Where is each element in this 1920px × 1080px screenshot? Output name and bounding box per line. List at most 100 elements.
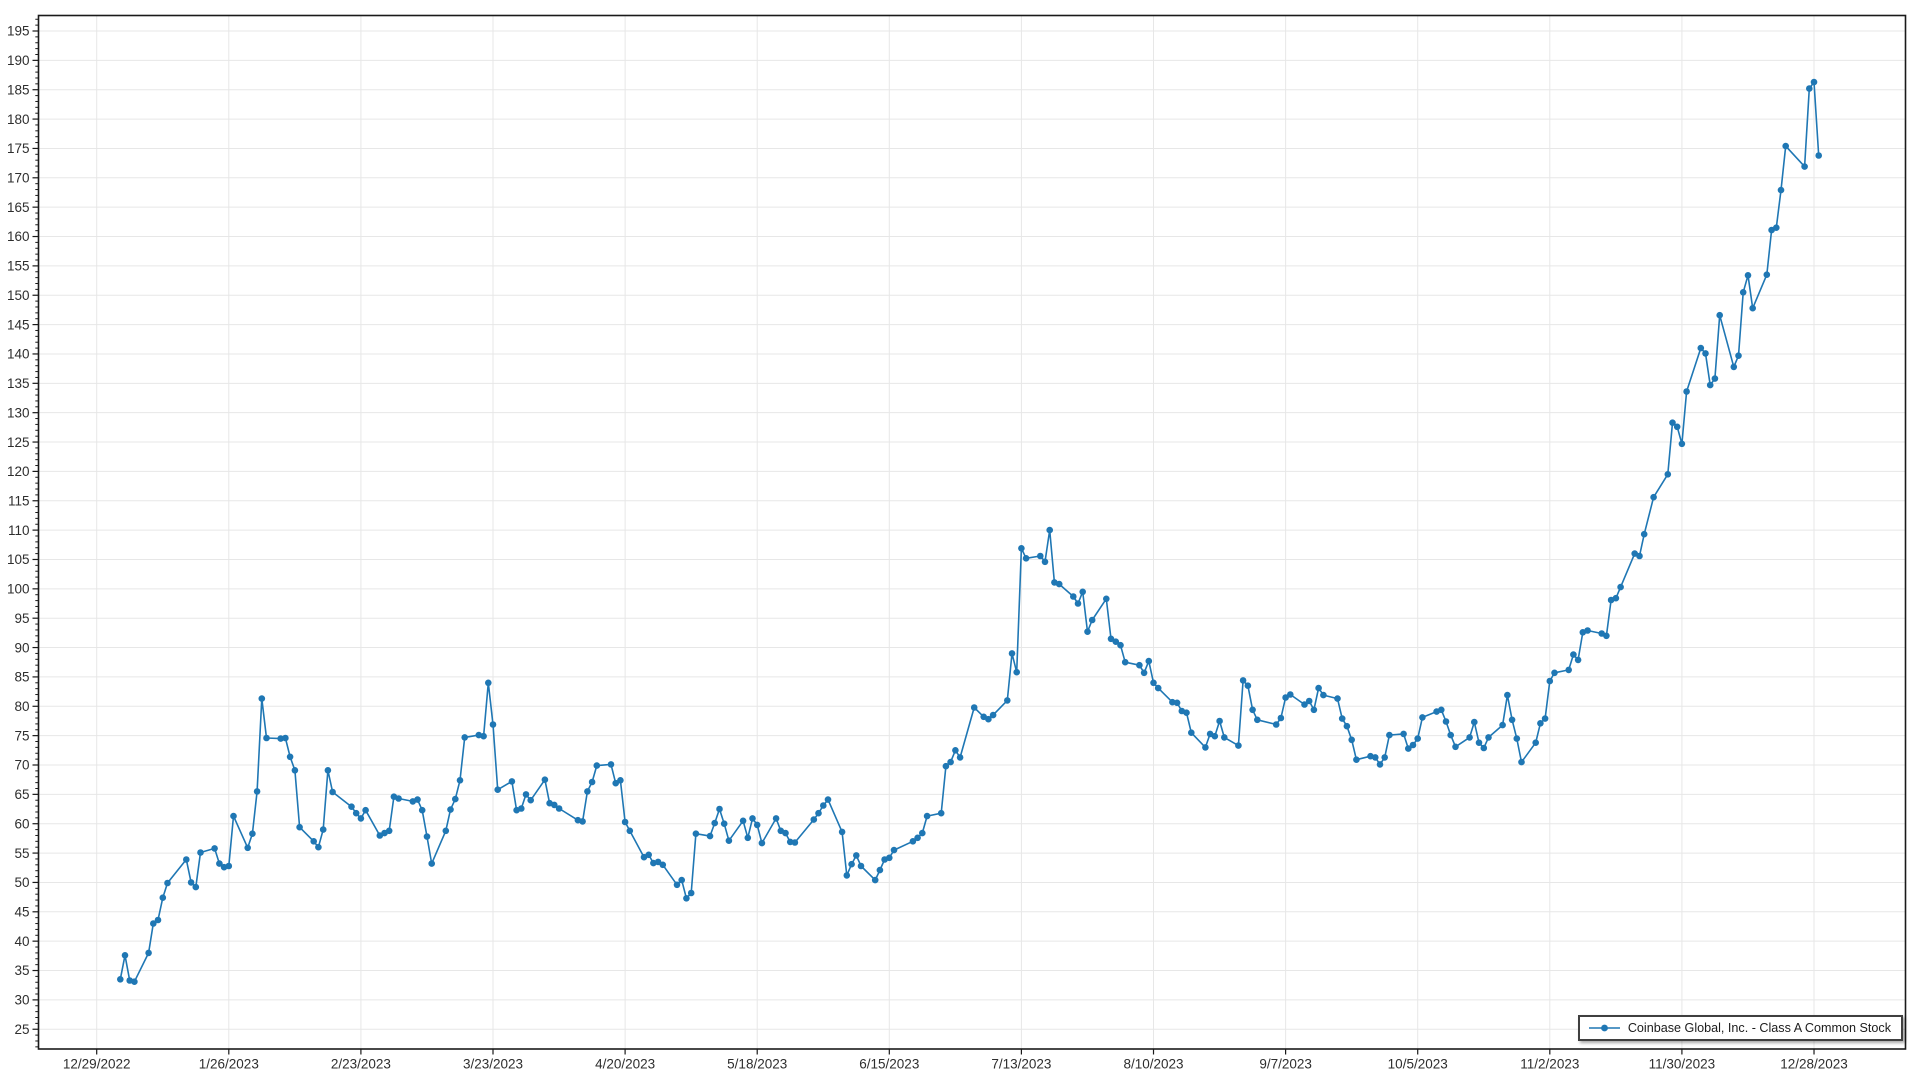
data-point[interactable] [1603, 633, 1610, 640]
data-point[interactable] [1117, 642, 1124, 649]
data-point[interactable] [193, 884, 200, 891]
data-point[interactable] [282, 735, 289, 742]
data-point[interactable] [1221, 734, 1228, 741]
data-point[interactable] [1815, 152, 1822, 159]
data-point[interactable] [122, 952, 129, 959]
data-point[interactable] [891, 847, 898, 854]
data-point[interactable] [461, 734, 468, 741]
data-point[interactable] [1084, 628, 1091, 635]
data-point[interactable] [485, 680, 492, 687]
data-point[interactable] [1801, 163, 1808, 170]
data-point[interactable] [711, 820, 718, 827]
data-point[interactable] [815, 810, 822, 817]
data-point[interactable] [1499, 722, 1506, 729]
data-point[interactable] [226, 863, 233, 870]
data-point[interactable] [1712, 375, 1719, 382]
data-point[interactable] [1245, 682, 1252, 689]
data-point[interactable] [1136, 662, 1143, 669]
data-point[interactable] [145, 950, 152, 957]
data-point[interactable] [1419, 714, 1426, 721]
data-point[interactable] [1650, 494, 1657, 501]
data-point[interactable] [1249, 707, 1256, 714]
data-point[interactable] [452, 796, 459, 803]
data-point[interactable] [579, 818, 586, 825]
data-point[interactable] [1042, 559, 1049, 566]
data-point[interactable] [155, 917, 162, 924]
data-point[interactable] [1353, 756, 1360, 763]
data-point[interactable] [386, 828, 393, 835]
data-point[interactable] [1716, 312, 1723, 319]
data-point[interactable] [688, 890, 695, 897]
data-point[interactable] [678, 877, 685, 884]
data-point[interactable] [1386, 732, 1393, 739]
data-point[interactable] [315, 844, 322, 851]
data-point[interactable] [957, 754, 964, 761]
data-point[interactable] [877, 867, 884, 874]
data-point[interactable] [990, 712, 997, 719]
data-point[interactable] [1410, 742, 1417, 749]
data-point[interactable] [848, 861, 855, 868]
data-point[interactable] [1018, 545, 1025, 552]
data-point[interactable] [754, 822, 761, 829]
data-point[interactable] [782, 830, 789, 837]
data-point[interactable] [1773, 224, 1780, 231]
data-point[interactable] [1575, 657, 1582, 664]
data-point[interactable] [320, 826, 327, 833]
data-point[interactable] [683, 895, 690, 902]
data-point[interactable] [589, 779, 596, 786]
data-point[interactable] [542, 776, 549, 783]
data-point[interactable] [745, 835, 752, 842]
data-point[interactable] [608, 761, 615, 768]
data-point[interactable] [1674, 424, 1681, 431]
data-point[interactable] [1004, 697, 1011, 704]
data-point[interactable] [759, 840, 766, 847]
data-point[interactable] [1381, 754, 1388, 761]
data-point[interactable] [721, 820, 728, 827]
data-point[interactable] [292, 767, 299, 774]
data-point[interactable] [1311, 707, 1318, 714]
data-point[interactable] [428, 860, 435, 867]
data-point[interactable] [362, 807, 369, 814]
data-point[interactable] [707, 833, 714, 840]
data-point[interactable] [811, 816, 818, 823]
data-point[interactable] [844, 872, 851, 879]
data-point[interactable] [1764, 271, 1771, 278]
data-point[interactable] [523, 791, 530, 798]
data-point[interactable] [1344, 723, 1351, 730]
data-point[interactable] [1452, 744, 1459, 751]
data-point[interactable] [1532, 739, 1539, 746]
data-point[interactable] [211, 845, 218, 852]
data-point[interactable] [1377, 761, 1384, 768]
data-point[interactable] [1806, 85, 1813, 92]
data-point[interactable] [1570, 651, 1577, 658]
data-point[interactable] [1056, 581, 1063, 588]
data-point[interactable] [1778, 187, 1785, 194]
data-point[interactable] [395, 795, 402, 802]
data-point[interactable] [594, 762, 601, 769]
price-chart-svg[interactable]: 12/29/20221/26/20232/23/20233/23/20234/2… [0, 0, 1920, 1080]
data-point[interactable] [518, 805, 525, 812]
data-point[interactable] [792, 839, 799, 846]
data-point[interactable] [645, 852, 652, 859]
data-point[interactable] [617, 777, 624, 784]
data-point[interactable] [1447, 732, 1454, 739]
data-point[interactable] [1636, 553, 1643, 560]
data-point[interactable] [749, 815, 756, 822]
data-point[interactable] [329, 789, 336, 796]
data-point[interactable] [1702, 350, 1709, 357]
data-point[interactable] [1278, 715, 1285, 722]
data-point[interactable] [160, 894, 167, 901]
data-point[interactable] [1679, 441, 1686, 448]
data-point[interactable] [325, 767, 332, 774]
data-point[interactable] [1183, 709, 1190, 716]
data-point[interactable] [872, 877, 879, 884]
data-point[interactable] [414, 796, 421, 803]
data-point[interactable] [1471, 719, 1478, 726]
data-point[interactable] [971, 704, 978, 711]
data-point[interactable] [825, 796, 832, 803]
data-point[interactable] [1146, 658, 1153, 665]
data-point[interactable] [914, 835, 921, 842]
data-point[interactable] [1013, 669, 1020, 676]
data-point[interactable] [1079, 589, 1086, 596]
data-point[interactable] [457, 777, 464, 784]
